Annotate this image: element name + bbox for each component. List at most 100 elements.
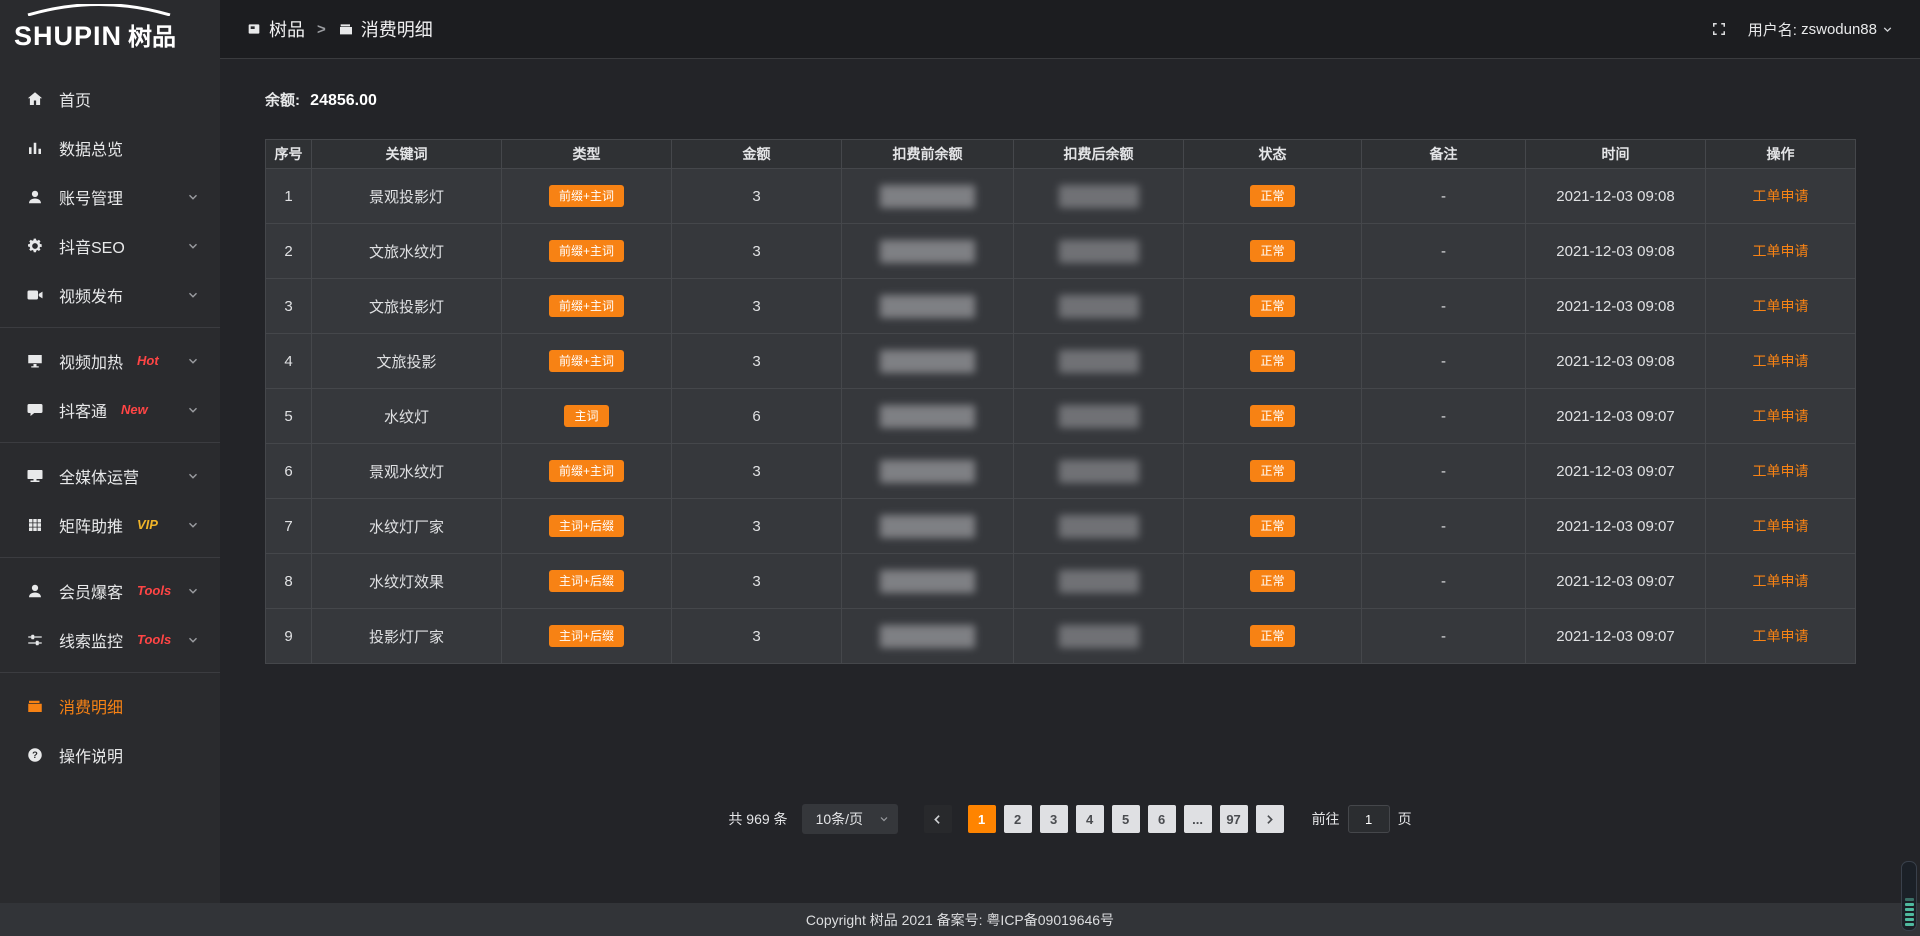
cell-seq: 9 xyxy=(266,609,312,664)
work-order-link[interactable]: 工单申请 xyxy=(1753,463,1809,479)
cell-action: 工单申请 xyxy=(1706,444,1856,499)
work-order-link[interactable]: 工单申请 xyxy=(1753,298,1809,314)
sidebar-item-douketong[interactable]: 抖客通New xyxy=(0,385,220,434)
cell-balance-before xyxy=(842,554,1014,609)
cell-seq: 2 xyxy=(266,224,312,279)
work-order-link[interactable]: 工单申请 xyxy=(1753,353,1809,369)
cell-time: 2021-12-03 09:07 xyxy=(1526,444,1706,499)
logo-text-cjk: 树品 xyxy=(128,17,176,52)
sidebar-item-label: 视频加热 xyxy=(59,349,123,373)
chevron-down-icon xyxy=(186,288,200,302)
sidebar-item-video-heat[interactable]: 视频加热Hot xyxy=(0,336,220,385)
sidebar-item-member-baoke[interactable]: 会员爆客Tools xyxy=(0,566,220,615)
table-row: 2文旅水纹灯前缀+主词3正常-2021-12-03 09:08工单申请 xyxy=(266,224,1856,279)
widget-segment xyxy=(1905,923,1914,926)
sidebar-item-help[interactable]: ?操作说明 xyxy=(0,730,220,779)
sidebar-item-video-publish[interactable]: 视频发布 xyxy=(0,270,220,319)
status-badge: 正常 xyxy=(1250,515,1294,537)
cell-type: 前缀+主词 xyxy=(502,334,672,389)
next-page-button[interactable] xyxy=(1256,805,1284,833)
cell-keyword: 水纹灯效果 xyxy=(312,554,502,609)
cell-status: 正常 xyxy=(1184,334,1362,389)
fullscreen-icon[interactable] xyxy=(1710,20,1728,38)
balance-value: 24856.00 xyxy=(310,92,377,109)
cell-balance-before xyxy=(842,444,1014,499)
page-button-6[interactable]: 6 xyxy=(1148,805,1176,833)
blurred-value xyxy=(1059,240,1139,263)
blurred-value xyxy=(880,240,975,263)
cell-balance-before xyxy=(842,499,1014,554)
page-button-1[interactable]: 1 xyxy=(968,805,996,833)
page-button-2[interactable]: 2 xyxy=(1004,805,1032,833)
page-ellipsis-button[interactable]: ... xyxy=(1184,805,1212,833)
table-row: 3文旅投影灯前缀+主词3正常-2021-12-03 09:08工单申请 xyxy=(266,279,1856,334)
cell-seq: 6 xyxy=(266,444,312,499)
sidebar-item-badge: Tools xyxy=(137,632,171,647)
consume-table: 序号关键词类型金额扣费前余额扣费后余额状态备注时间操作 1景观投影灯前缀+主词3… xyxy=(265,139,1856,664)
page-button-97[interactable]: 97 xyxy=(1220,805,1248,833)
chevron-down-icon xyxy=(186,518,200,532)
work-order-link[interactable]: 工单申请 xyxy=(1753,188,1809,204)
page-buttons: 123456... 97 xyxy=(964,805,1252,833)
blurred-value xyxy=(880,570,975,593)
cell-type: 主词+后缀 xyxy=(502,609,672,664)
pagination: 共 969 条 10条/页 123456...97 前往 页 xyxy=(265,804,1875,834)
page-button-3[interactable]: 3 xyxy=(1040,805,1068,833)
footer: Copyright 树品 2021 备案号: 粤ICP备09019646号 xyxy=(0,903,1920,936)
floating-widget[interactable] xyxy=(1901,861,1917,931)
breadcrumb-item-shupin[interactable]: 树品 xyxy=(246,16,305,42)
page-button-4[interactable]: 4 xyxy=(1076,805,1104,833)
chevron-left-icon xyxy=(931,813,944,826)
cell-action: 工单申请 xyxy=(1706,334,1856,389)
chevron-down-icon xyxy=(186,354,200,368)
cell-time: 2021-12-03 09:07 xyxy=(1526,609,1706,664)
cell-amount: 3 xyxy=(672,609,842,664)
work-order-link[interactable]: 工单申请 xyxy=(1753,628,1809,644)
sidebar-item-account-manage[interactable]: 账号管理 xyxy=(0,172,220,221)
sidebar-item-clue-monitor[interactable]: 线索监控Tools xyxy=(0,615,220,664)
work-order-link[interactable]: 工单申请 xyxy=(1753,408,1809,424)
cell-keyword: 文旅投影灯 xyxy=(312,279,502,334)
member-icon xyxy=(26,582,44,600)
logo: SHUPIN 树品 xyxy=(0,0,220,58)
page-size-select[interactable]: 10条/页 xyxy=(802,804,898,834)
balance-label: 余额: xyxy=(265,92,300,109)
work-order-link[interactable]: 工单申请 xyxy=(1753,243,1809,259)
breadcrumb-item-consume-detail[interactable]: 消费明细 xyxy=(338,16,433,42)
cell-type: 前缀+主词 xyxy=(502,444,672,499)
blurred-value xyxy=(1059,625,1139,648)
question-icon: ? xyxy=(26,746,44,764)
blurred-value xyxy=(880,625,975,648)
page-button-5[interactable]: 5 xyxy=(1112,805,1140,833)
sidebar-item-home[interactable]: 首页 xyxy=(0,74,220,123)
sidebar-divider xyxy=(0,672,220,673)
sidebar-item-matrix-boost[interactable]: 矩阵助推VIP xyxy=(0,500,220,549)
topbar: 树品 > 消费明细 用户名: zswodun88 xyxy=(220,0,1920,59)
cell-status: 正常 xyxy=(1184,499,1362,554)
sidebar-item-media-operation[interactable]: 全媒体运营 xyxy=(0,451,220,500)
cell-seq: 4 xyxy=(266,334,312,389)
goto-page-input[interactable] xyxy=(1348,805,1390,833)
column-header: 备注 xyxy=(1362,140,1526,169)
sidebar-item-data-overview[interactable]: 数据总览 xyxy=(0,123,220,172)
prev-page-button[interactable] xyxy=(924,805,952,833)
table-row: 7水纹灯厂家主词+后缀3正常-2021-12-03 09:07工单申请 xyxy=(266,499,1856,554)
username-value[interactable]: zswodun88 xyxy=(1801,21,1877,38)
work-order-link[interactable]: 工单申请 xyxy=(1753,573,1809,589)
work-order-link[interactable]: 工单申请 xyxy=(1753,518,1809,534)
total-count-label: 共 969 条 xyxy=(728,809,787,829)
cell-remark: - xyxy=(1362,499,1526,554)
sidebar-item-consume-detail[interactable]: 消费明细 xyxy=(0,681,220,730)
blurred-value xyxy=(880,460,975,483)
sidebar-item-label: 首页 xyxy=(59,87,91,111)
chevron-down-icon[interactable] xyxy=(1881,23,1894,36)
cell-balance-after xyxy=(1014,169,1184,224)
sidebar-item-douyin-seo[interactable]: 抖音SEO xyxy=(0,221,220,270)
sidebar-item-label: 视频发布 xyxy=(59,283,123,307)
cell-action: 工单申请 xyxy=(1706,609,1856,664)
sidebar-divider xyxy=(0,327,220,328)
status-badge: 正常 xyxy=(1250,350,1294,372)
table-row: 1景观投影灯前缀+主词3正常-2021-12-03 09:08工单申请 xyxy=(266,169,1856,224)
sidebar-item-badge: VIP xyxy=(137,517,158,532)
cell-seq: 3 xyxy=(266,279,312,334)
